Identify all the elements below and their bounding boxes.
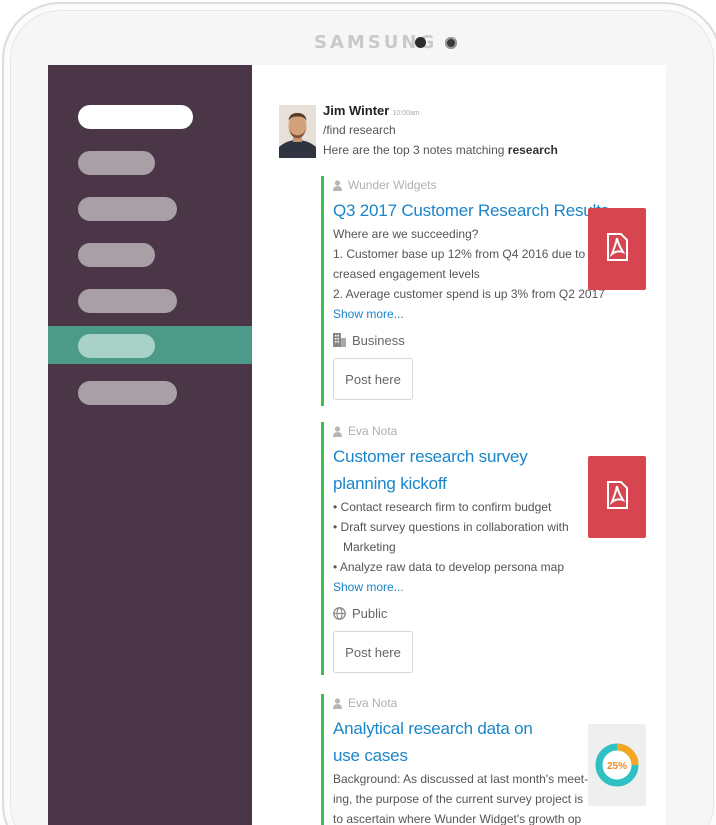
- pdf-attachment[interactable]: [588, 208, 646, 290]
- pdf-icon: [604, 232, 630, 267]
- card-line: to ascertain where Wunder Widget's growt…: [333, 812, 582, 825]
- card-author: Eva Nota: [333, 694, 661, 712]
- donut-label: 25%: [607, 761, 627, 772]
- message-result: Here are the top 3 notes matching resear…: [323, 143, 558, 157]
- donut-chart-icon: 25%: [595, 743, 639, 787]
- show-more-link[interactable]: Show more...: [333, 577, 661, 597]
- card-author: Eva Nota: [333, 422, 661, 440]
- sidebar: [48, 65, 252, 825]
- show-more-link[interactable]: Show more...: [333, 304, 661, 324]
- person-icon: [333, 697, 342, 709]
- person-icon: [333, 179, 342, 191]
- pdf-icon: [604, 480, 630, 515]
- sidebar-item-4[interactable]: [48, 233, 252, 271]
- card-line: Marketing: [333, 540, 396, 554]
- app-screen: Jim Winter 10:00am /find research Here ar…: [48, 65, 666, 825]
- sidebar-item-7[interactable]: [48, 371, 252, 409]
- message-command: /find research: [323, 123, 396, 137]
- card-author-name: Eva Nota: [348, 696, 398, 710]
- card-meta: Public: [333, 601, 661, 625]
- card-meta: Business: [333, 328, 661, 352]
- card-line: • Analyze raw data to develop persona ma…: [333, 560, 565, 574]
- sensor-icon: [445, 37, 457, 49]
- sidebar-item-1[interactable]: [48, 95, 252, 133]
- card-author-name: Wunder Widgets: [348, 178, 437, 192]
- building-icon: [333, 333, 346, 347]
- card-author: Wunder Widgets: [333, 176, 661, 194]
- person-icon: [333, 425, 342, 437]
- pdf-attachment[interactable]: [588, 456, 646, 538]
- card-meta-label: Business: [352, 332, 405, 348]
- globe-icon: [333, 606, 346, 620]
- avatar[interactable]: [279, 105, 316, 158]
- sidebar-item-3[interactable]: [48, 187, 252, 225]
- message-feed: Jim Winter 10:00am /find research Here ar…: [252, 65, 666, 825]
- sidebar-item-5[interactable]: [48, 279, 252, 317]
- post-here-button[interactable]: Post here: [333, 631, 413, 673]
- sidebar-item-6[interactable]: [48, 326, 252, 364]
- message-header: Jim Winter 10:00am: [323, 103, 420, 118]
- sidebar-item-2[interactable]: [48, 141, 252, 179]
- card-meta-label: Public: [352, 605, 388, 621]
- message-result-prefix: Here are the top 3 notes matching: [323, 143, 508, 157]
- chart-attachment[interactable]: 25%: [588, 724, 646, 806]
- message-result-term: research: [507, 143, 558, 157]
- card-author-name: Eva Nota: [348, 424, 398, 438]
- message-time: 10:00am: [392, 110, 420, 117]
- message-author[interactable]: Jim Winter: [323, 103, 389, 118]
- camera-icon: [415, 37, 426, 48]
- post-here-button[interactable]: Post here: [333, 358, 413, 400]
